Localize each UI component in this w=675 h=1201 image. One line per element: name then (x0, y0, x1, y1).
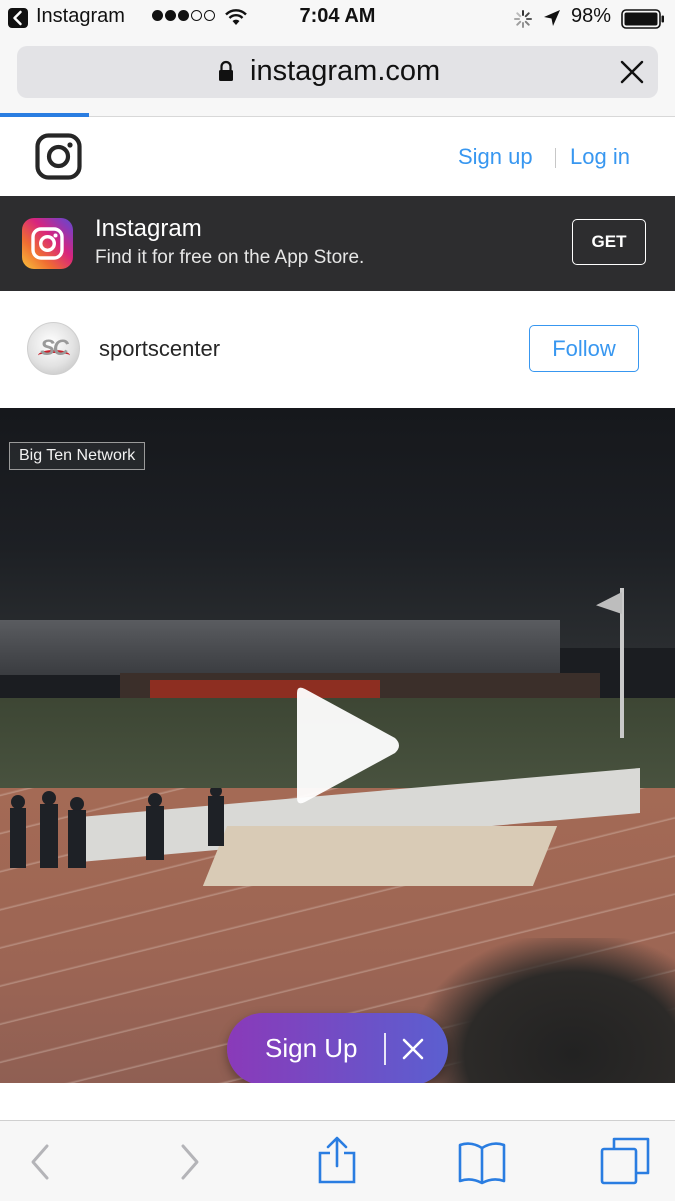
sign-up-pill-divider (384, 1033, 386, 1065)
instagram-app-icon (22, 218, 73, 269)
instagram-logo-icon[interactable] (35, 133, 82, 185)
status-bar: Instagram 7:04 AM 98% (0, 0, 675, 38)
close-icon[interactable] (618, 58, 646, 91)
post-header: SC sportscenter Follow (0, 291, 675, 408)
battery-percent: 98% (571, 5, 612, 27)
back-icon[interactable] (28, 1143, 52, 1186)
bookmarks-icon[interactable] (457, 1139, 507, 1190)
avatar[interactable]: SC (27, 322, 80, 375)
sign-up-pill[interactable]: Sign Up (227, 1013, 448, 1085)
banner-title: Instagram (95, 215, 202, 242)
close-icon[interactable] (401, 1037, 425, 1066)
url-text[interactable]: instagram.com (250, 55, 440, 88)
avatar-monogram: SC (40, 335, 69, 360)
sign-up-pill-label[interactable]: Sign Up (265, 1033, 358, 1064)
forward-icon[interactable] (178, 1143, 202, 1186)
location-arrow-icon (543, 9, 561, 32)
lock-icon (217, 60, 235, 87)
video-network-tag: Big Ten Network (9, 442, 146, 470)
sign-up-link[interactable]: Sign up (458, 144, 533, 170)
post-footer (0, 1083, 675, 1123)
log-in-link[interactable]: Log in (570, 144, 630, 170)
browser-toolbar (0, 1120, 675, 1201)
header-divider (555, 148, 556, 168)
post-username[interactable]: sportscenter (99, 336, 220, 362)
video-sand-pit (202, 826, 558, 886)
play-icon[interactable] (285, 683, 405, 813)
video-stands (0, 620, 560, 675)
instagram-header: Sign up Log in (0, 117, 675, 196)
banner-subtitle: Find it for free on the App Store. (95, 247, 365, 268)
spinner-icon (513, 9, 533, 34)
battery-icon (621, 9, 665, 34)
follow-button[interactable]: Follow (529, 325, 639, 372)
video-crowd (420, 938, 675, 1083)
browser-address-area: instagram.com (0, 38, 675, 117)
share-icon[interactable] (316, 1135, 358, 1190)
address-bar[interactable]: instagram.com (17, 46, 658, 98)
post-video[interactable]: Big Ten Network (0, 408, 675, 1083)
app-store-banner: Instagram Find it for free on the App St… (0, 196, 675, 291)
tabs-icon[interactable] (600, 1135, 650, 1190)
get-app-button[interactable]: GET (572, 219, 646, 265)
video-people (10, 788, 224, 868)
